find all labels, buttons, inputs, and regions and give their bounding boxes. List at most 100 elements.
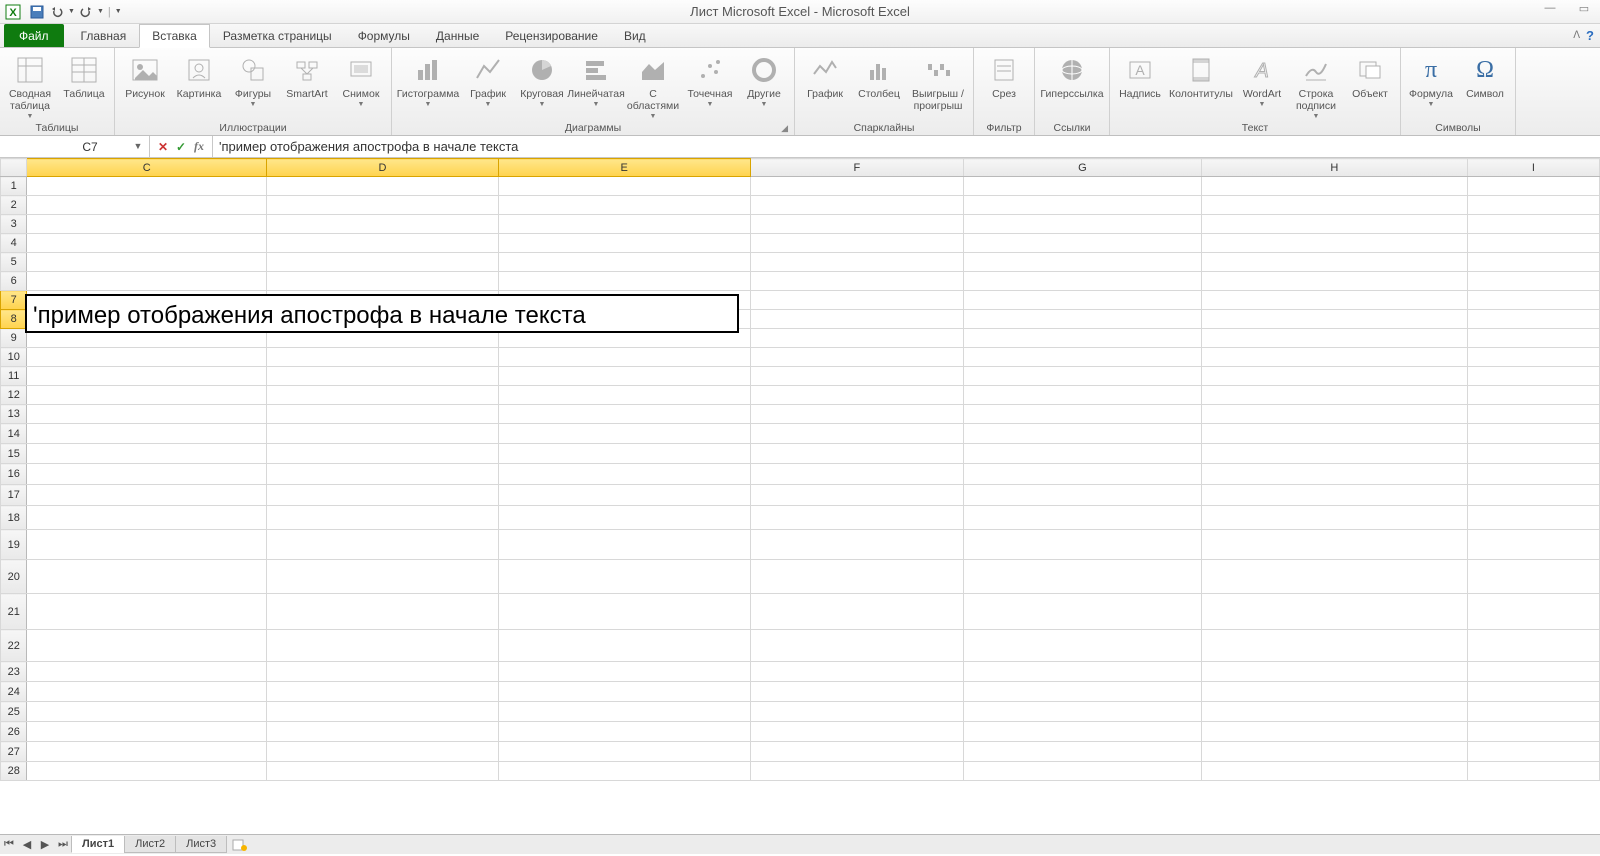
cell-G26[interactable] [964, 722, 1202, 742]
row-header-15[interactable]: 15 [1, 444, 27, 464]
cell-F21[interactable] [750, 594, 963, 630]
cell-D6[interactable] [267, 272, 499, 291]
cell-E4[interactable] [498, 234, 750, 253]
object-button[interactable]: Объект [1346, 52, 1394, 100]
sheet-nav-next-icon[interactable]: ▶ [37, 837, 53, 853]
row-header-26[interactable]: 26 [1, 722, 27, 742]
cell-G8[interactable] [964, 310, 1202, 329]
row-header-19[interactable]: 19 [1, 530, 27, 560]
row-header-28[interactable]: 28 [1, 762, 27, 781]
row-header-9[interactable]: 9 [1, 329, 27, 348]
cell-F10[interactable] [750, 348, 963, 367]
cell-C3[interactable] [27, 215, 267, 234]
cell-F20[interactable] [750, 560, 963, 594]
cell-G22[interactable] [964, 630, 1202, 662]
cell-C23[interactable] [27, 662, 267, 682]
charts-launcher-icon[interactable]: ◢ [781, 123, 788, 134]
cell-E22[interactable] [498, 630, 750, 662]
cell-D15[interactable] [267, 444, 499, 464]
column-header-D[interactable]: D [267, 159, 499, 177]
cell-G28[interactable] [964, 762, 1202, 781]
row-header-10[interactable]: 10 [1, 348, 27, 367]
cell-D17[interactable] [267, 485, 499, 506]
cell-E12[interactable] [498, 386, 750, 405]
minimize-icon[interactable]: — [1538, 2, 1562, 15]
shapes-button[interactable]: Фигуры▼ [229, 52, 277, 108]
cell-E23[interactable] [498, 662, 750, 682]
tab-view[interactable]: Вид [611, 24, 659, 47]
cell-F5[interactable] [750, 253, 963, 272]
cell-F8[interactable] [750, 310, 963, 329]
cell-E20[interactable] [498, 560, 750, 594]
cell-D18[interactable] [267, 506, 499, 530]
cell-E18[interactable] [498, 506, 750, 530]
maximize-icon[interactable]: ▭ [1572, 2, 1596, 15]
pie-chart-button[interactable]: Круговая▼ [518, 52, 566, 108]
cell-H25[interactable] [1201, 702, 1467, 722]
cell-C18[interactable] [27, 506, 267, 530]
cell-I16[interactable] [1467, 464, 1599, 485]
cell-F2[interactable] [750, 196, 963, 215]
row-header-17[interactable]: 17 [1, 485, 27, 506]
cell-F12[interactable] [750, 386, 963, 405]
row-header-4[interactable]: 4 [1, 234, 27, 253]
cell-D10[interactable] [267, 348, 499, 367]
cell-C13[interactable] [27, 405, 267, 424]
cell-C2[interactable] [27, 196, 267, 215]
cell-G7[interactable] [964, 291, 1202, 310]
cell-I12[interactable] [1467, 386, 1599, 405]
insert-sheet-icon[interactable] [231, 838, 249, 852]
cell-C16[interactable] [27, 464, 267, 485]
row-header-27[interactable]: 27 [1, 742, 27, 762]
cell-D16[interactable] [267, 464, 499, 485]
slicer-button[interactable]: Срез [980, 52, 1028, 100]
cell-G3[interactable] [964, 215, 1202, 234]
cell-G9[interactable] [964, 329, 1202, 348]
cell-D24[interactable] [267, 682, 499, 702]
cell-E6[interactable] [498, 272, 750, 291]
cell-H12[interactable] [1201, 386, 1467, 405]
cell-I22[interactable] [1467, 630, 1599, 662]
undo-dropdown-icon[interactable]: ▼ [68, 8, 75, 15]
cell-H5[interactable] [1201, 253, 1467, 272]
cell-G10[interactable] [964, 348, 1202, 367]
cell-I20[interactable] [1467, 560, 1599, 594]
sparkline-winloss-button[interactable]: Выигрыш / проигрыш [909, 52, 967, 112]
bar-chart-button[interactable]: Линейчатая▼ [572, 52, 620, 108]
cell-C10[interactable] [27, 348, 267, 367]
cell-C20[interactable] [27, 560, 267, 594]
cell-C22[interactable] [27, 630, 267, 662]
cell-I2[interactable] [1467, 196, 1599, 215]
cell-F7[interactable] [750, 291, 963, 310]
cell-D13[interactable] [267, 405, 499, 424]
namebox-dropdown-icon[interactable]: ▼ [131, 139, 145, 153]
cell-D22[interactable] [267, 630, 499, 662]
row-header-2[interactable]: 2 [1, 196, 27, 215]
cell-I15[interactable] [1467, 444, 1599, 464]
sparkline-column-button[interactable]: Столбец [855, 52, 903, 100]
help-icon[interactable]: ? [1586, 28, 1594, 43]
smartart-button[interactable]: SmartArt [283, 52, 331, 100]
row-header-24[interactable]: 24 [1, 682, 27, 702]
cell-H11[interactable] [1201, 367, 1467, 386]
cell-F26[interactable] [750, 722, 963, 742]
cell-I1[interactable] [1467, 177, 1599, 196]
cell-D26[interactable] [267, 722, 499, 742]
cell-I3[interactable] [1467, 215, 1599, 234]
cell-I26[interactable] [1467, 722, 1599, 742]
cell-I19[interactable] [1467, 530, 1599, 560]
tab-home[interactable]: Главная [68, 24, 140, 47]
cell-D20[interactable] [267, 560, 499, 594]
row-header-11[interactable]: 11 [1, 367, 27, 386]
redo-dropdown-icon[interactable]: ▼ [97, 8, 104, 15]
cell-H1[interactable] [1201, 177, 1467, 196]
cell-I8[interactable] [1467, 310, 1599, 329]
cell-G17[interactable] [964, 485, 1202, 506]
cell-I24[interactable] [1467, 682, 1599, 702]
sheet-nav-last-icon[interactable]: ⏭ [55, 837, 71, 853]
cell-C11[interactable] [27, 367, 267, 386]
cell-G4[interactable] [964, 234, 1202, 253]
hyperlink-button[interactable]: Гиперссылка [1041, 52, 1103, 100]
row-header-5[interactable]: 5 [1, 253, 27, 272]
row-header-1[interactable]: 1 [1, 177, 27, 196]
